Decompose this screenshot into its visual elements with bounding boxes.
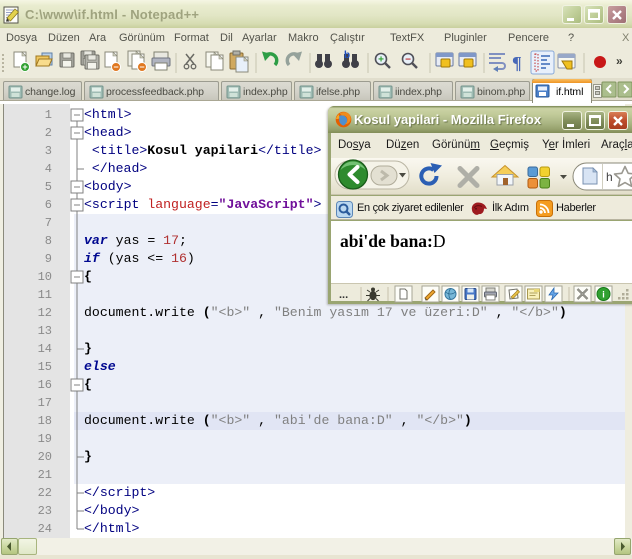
svg-text:+: + [22,62,27,72]
svg-text:»: » [616,54,623,68]
svg-text:−: − [405,55,411,66]
svg-text:b: b [344,50,350,61]
svg-text:+: + [378,55,384,66]
svg-text:¶: ¶ [512,53,522,73]
svg-text:−: − [113,62,118,72]
svg-text:...: ... [339,289,348,301]
svg-text:i: i [602,290,605,300]
svg-text:h: h [606,170,613,184]
svg-text:−: − [139,62,144,72]
